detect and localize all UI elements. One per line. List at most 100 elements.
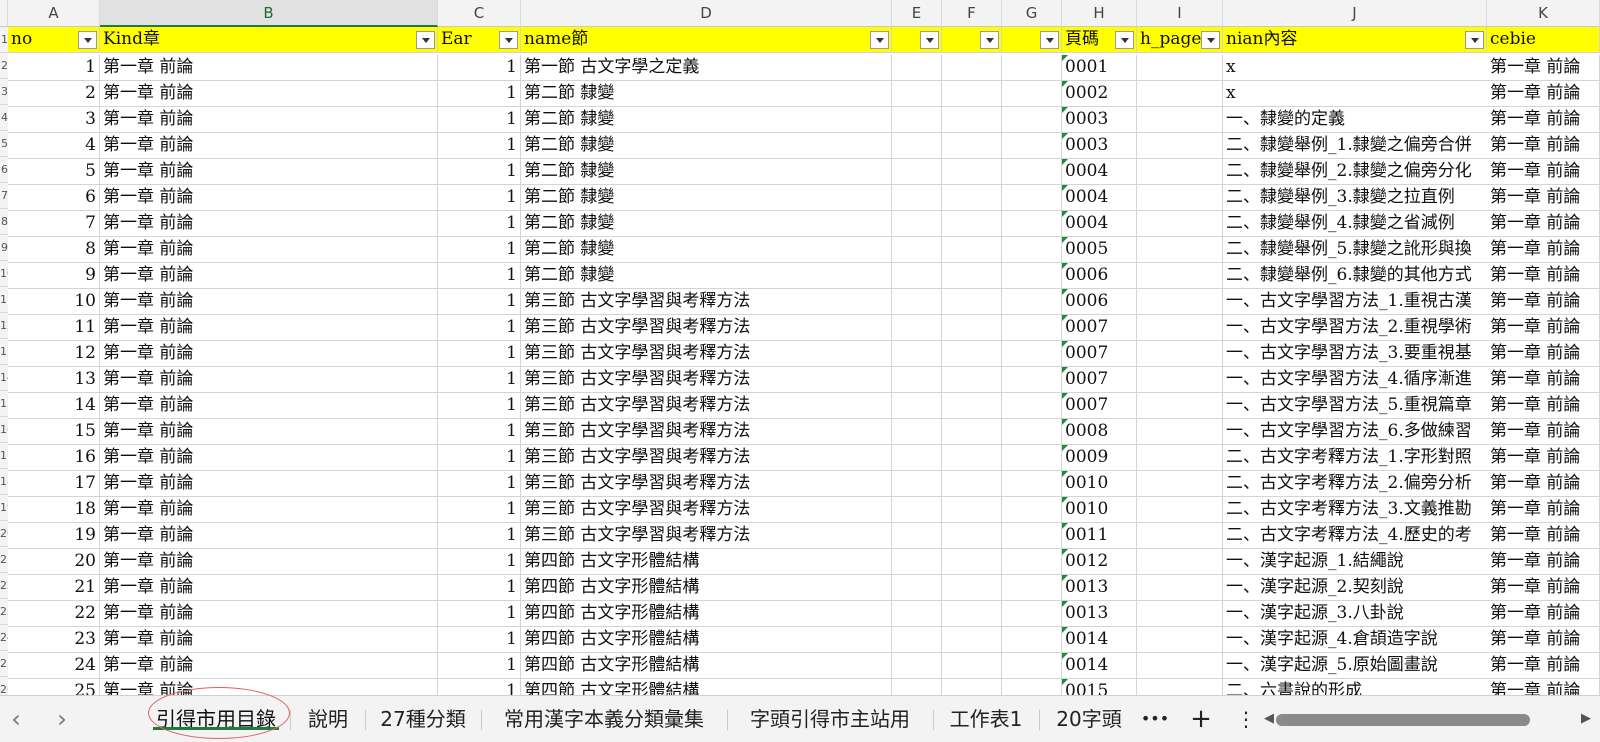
- cell-name[interactable]: 第一節 古文字學之定義: [521, 55, 892, 81]
- cell-cebie[interactable]: 第一章 前論: [1487, 497, 1600, 523]
- cell-nian[interactable]: 二、古文字考釋方法_1.字形對照: [1223, 445, 1487, 471]
- column-header-a[interactable]: A: [8, 0, 100, 27]
- cell-cebie[interactable]: 第一章 前論: [1487, 575, 1600, 601]
- cell-no[interactable]: 7: [8, 211, 100, 237]
- row-number[interactable]: 19: [0, 495, 8, 521]
- cell-cebie[interactable]: 第一章 前論: [1487, 393, 1600, 419]
- cell-no[interactable]: 22: [8, 601, 100, 627]
- tab-sheet-6[interactable]: 20字頭: [1047, 696, 1131, 742]
- column-header-j[interactable]: J: [1223, 0, 1487, 27]
- select-all-corner[interactable]: [0, 0, 8, 27]
- cell-page[interactable]: 0004: [1062, 185, 1137, 211]
- row-number[interactable]: 3: [0, 79, 8, 105]
- cell-no[interactable]: 19: [8, 523, 100, 549]
- cell-g[interactable]: [1002, 523, 1062, 549]
- cell-g[interactable]: [1002, 107, 1062, 133]
- cell-name[interactable]: 第四節 古文字形體結構: [521, 679, 892, 695]
- cell-ear[interactable]: 1: [438, 159, 521, 185]
- cell-e[interactable]: [892, 289, 942, 315]
- cell-kind[interactable]: 第一章 前論: [100, 237, 438, 263]
- cell-hpage[interactable]: [1137, 107, 1223, 133]
- cell-g[interactable]: [1002, 653, 1062, 679]
- cell-f[interactable]: [942, 341, 1002, 367]
- cell-cebie[interactable]: 第一章 前論: [1487, 341, 1600, 367]
- cell-nian[interactable]: 一、古文字學習方法_4.循序漸進: [1223, 367, 1487, 393]
- tab-sheet-3[interactable]: 常用漢字本義分類彙集: [489, 696, 719, 742]
- cell-ear[interactable]: 1: [438, 471, 521, 497]
- cell-g[interactable]: [1002, 315, 1062, 341]
- cell-name[interactable]: 第二節 隸變: [521, 211, 892, 237]
- header-cell-kind[interactable]: Kind章: [100, 27, 438, 53]
- cell-kind[interactable]: 第一章 前論: [100, 393, 438, 419]
- cell-nian[interactable]: 二、隸變舉例_5.隸變之訛形與換: [1223, 237, 1487, 263]
- cell-ear[interactable]: 1: [438, 107, 521, 133]
- cell-page[interactable]: 0006: [1062, 289, 1137, 315]
- cell-nian[interactable]: 一、古文字學習方法_5.重視篇章: [1223, 393, 1487, 419]
- cell-name[interactable]: 第三節 古文字學習與考釋方法: [521, 367, 892, 393]
- cell-nian[interactable]: 一、漢字起源_4.倉頡造字說: [1223, 627, 1487, 653]
- cell-cebie[interactable]: 第一章 前論: [1487, 679, 1600, 695]
- cell-f[interactable]: [942, 497, 1002, 523]
- tab-sheet-4[interactable]: 字頭引得市主站用: [735, 696, 925, 742]
- cell-kind[interactable]: 第一章 前論: [100, 133, 438, 159]
- cell-name[interactable]: 第四節 古文字形體結構: [521, 575, 892, 601]
- cell-name[interactable]: 第三節 古文字學習與考釋方法: [521, 523, 892, 549]
- cell-hpage[interactable]: [1137, 471, 1223, 497]
- cell-cebie[interactable]: 第一章 前論: [1487, 523, 1600, 549]
- cell-nian[interactable]: 二、隸變舉例_1.隸變之偏旁合併: [1223, 133, 1487, 159]
- cell-kind[interactable]: 第一章 前論: [100, 471, 438, 497]
- cell-f[interactable]: [942, 679, 1002, 695]
- cell-page[interactable]: 0015: [1062, 679, 1137, 695]
- cell-e[interactable]: [892, 523, 942, 549]
- scroll-left-icon[interactable]: ◀: [1262, 696, 1276, 742]
- cell-kind[interactable]: 第一章 前論: [100, 575, 438, 601]
- cell-kind[interactable]: 第一章 前論: [100, 263, 438, 289]
- cell-ear[interactable]: 1: [438, 367, 521, 393]
- cell-g[interactable]: [1002, 627, 1062, 653]
- cell-page[interactable]: 0001: [1062, 55, 1137, 81]
- row-number[interactable]: 17: [0, 443, 8, 469]
- cell-e[interactable]: [892, 653, 942, 679]
- cell-page[interactable]: 0010: [1062, 497, 1137, 523]
- cell-g[interactable]: [1002, 367, 1062, 393]
- row-number[interactable]: 14: [0, 365, 8, 391]
- cell-cebie[interactable]: 第一章 前論: [1487, 263, 1600, 289]
- cell-nian[interactable]: 一、漢字起源_3.八卦說: [1223, 601, 1487, 627]
- cell-f[interactable]: [942, 315, 1002, 341]
- tab-sheet-1[interactable]: 說明: [298, 696, 358, 742]
- cell-no[interactable]: 15: [8, 419, 100, 445]
- cell-g[interactable]: [1002, 341, 1062, 367]
- cell-kind[interactable]: 第一章 前論: [100, 341, 438, 367]
- row-number[interactable]: 24: [0, 625, 8, 651]
- cell-hpage[interactable]: [1137, 133, 1223, 159]
- cell-ear[interactable]: 1: [438, 497, 521, 523]
- cell-e[interactable]: [892, 315, 942, 341]
- cell-no[interactable]: 11: [8, 315, 100, 341]
- cell-ear[interactable]: 1: [438, 549, 521, 575]
- row-number[interactable]: 9: [0, 235, 8, 261]
- cell-f[interactable]: [942, 627, 1002, 653]
- cell-page[interactable]: 0013: [1062, 575, 1137, 601]
- cell-f[interactable]: [942, 419, 1002, 445]
- cell-g[interactable]: [1002, 679, 1062, 695]
- cell-g[interactable]: [1002, 211, 1062, 237]
- cell-no[interactable]: 23: [8, 627, 100, 653]
- cell-g[interactable]: [1002, 497, 1062, 523]
- row-number[interactable]: 7: [0, 183, 8, 209]
- tab-sheet-2[interactable]: 27種分類: [373, 696, 473, 742]
- cell-e[interactable]: [892, 263, 942, 289]
- cell-hpage[interactable]: [1137, 445, 1223, 471]
- row-number[interactable]: 13: [0, 339, 8, 365]
- cell-e[interactable]: [892, 471, 942, 497]
- cell-page[interactable]: 0007: [1062, 315, 1137, 341]
- cell-nian[interactable]: 一、漢字起源_5.原始圖畫說: [1223, 653, 1487, 679]
- row-number[interactable]: 1: [0, 27, 8, 53]
- cell-cebie[interactable]: 第一章 前論: [1487, 289, 1600, 315]
- cell-ear[interactable]: 1: [438, 393, 521, 419]
- cell-ear[interactable]: 1: [438, 341, 521, 367]
- row-number[interactable]: 22: [0, 573, 8, 599]
- cell-page[interactable]: 0013: [1062, 601, 1137, 627]
- cell-ear[interactable]: 1: [438, 289, 521, 315]
- cell-g[interactable]: [1002, 471, 1062, 497]
- cell-cebie[interactable]: 第一章 前論: [1487, 107, 1600, 133]
